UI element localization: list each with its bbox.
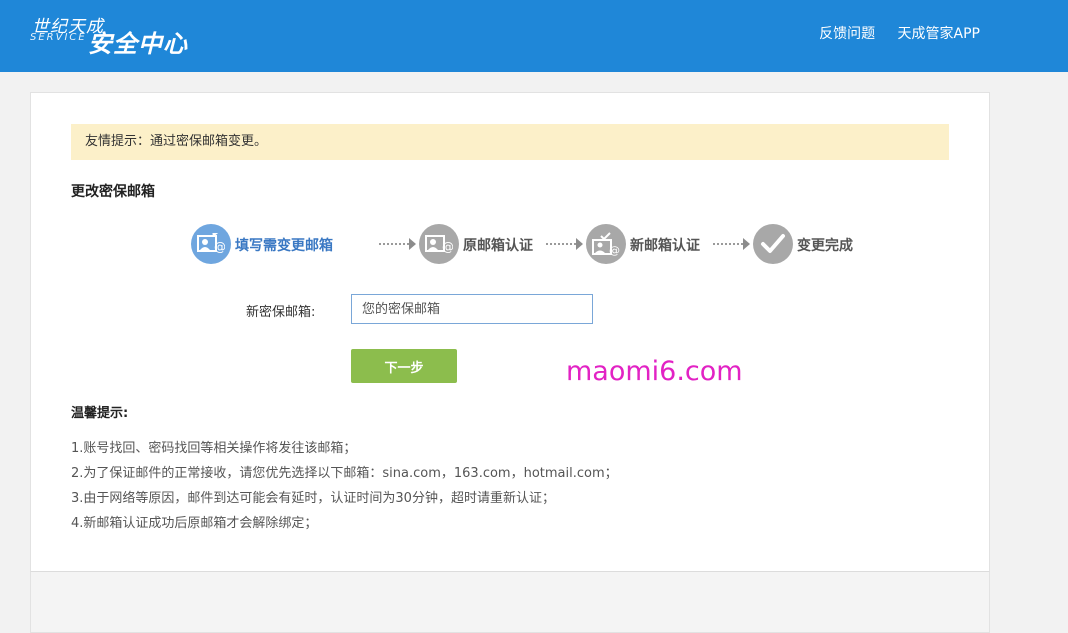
step-arrow (713, 238, 750, 250)
list-item: 3.由于网络等原因，邮件到达可能会有延时，认证时间为30分钟，超时请重新认证； (71, 491, 555, 506)
step-arrow (546, 238, 583, 250)
id-card-email-icon: @ (191, 224, 231, 264)
list-item: 4.新邮箱认证成功后原邮箱才会解除绑定； (71, 516, 318, 531)
checkmark-icon (753, 224, 793, 264)
next-step-button[interactable]: 下一步 (351, 349, 457, 383)
list-item: 1.账号找回、密码找回等相关操作将发往该邮箱； (71, 441, 357, 456)
new-email-input[interactable] (351, 294, 593, 324)
id-card-check-icon: @ (586, 224, 626, 264)
id-card-email-icon: @ (419, 224, 459, 264)
list-item: 2.为了保证邮件的正常接收，请您优先选择以下邮箱：sina.com，163.co… (71, 466, 618, 481)
svg-text:@: @ (609, 244, 620, 256)
watermark-text: maomi6.com (566, 356, 743, 387)
svg-text:@: @ (442, 240, 453, 254)
main-card: 友情提示：通过密保邮箱变更。 更改密保邮箱 @ 填写需变更邮箱 @ 原邮箱认证 … (30, 92, 990, 572)
logo-text-service: SERVICE (30, 32, 87, 43)
step-label: 变更完成 (797, 238, 853, 254)
nav-app-link[interactable]: 天成管家APP (898, 26, 980, 42)
logo-text-security-center: 安全中心 (88, 30, 188, 58)
progress-steps: @ 填写需变更邮箱 @ 原邮箱认证 @ 新邮箱认证 变更完成 (191, 223, 871, 265)
svg-text:@: @ (214, 240, 225, 254)
step-arrow (379, 238, 416, 250)
friendly-tip-bar: 友情提示：通过密保邮箱变更。 (71, 124, 949, 160)
nav-feedback-link[interactable]: 反馈问题 (819, 26, 875, 42)
warm-tips-title: 温馨提示: (71, 406, 129, 421)
warm-tips-list: 1.账号找回、密码找回等相关操作将发往该邮箱； 2.为了保证邮件的正常接收，请您… (71, 436, 618, 536)
top-header: 世纪天成 SERVICE 安全中心 反馈问题 天成管家APP (0, 0, 1068, 72)
step-label: 填写需变更邮箱 (235, 238, 333, 254)
section-title: 更改密保邮箱 (71, 184, 155, 200)
site-logo[interactable]: 世纪天成 SERVICE 安全中心 (30, 10, 200, 60)
step-label: 新邮箱认证 (630, 238, 700, 254)
footer-panel (30, 571, 990, 633)
new-email-label: 新密保邮箱: (246, 305, 316, 320)
header-nav: 反馈问题 天成管家APP (801, 23, 980, 43)
step-label: 原邮箱认证 (463, 238, 533, 254)
